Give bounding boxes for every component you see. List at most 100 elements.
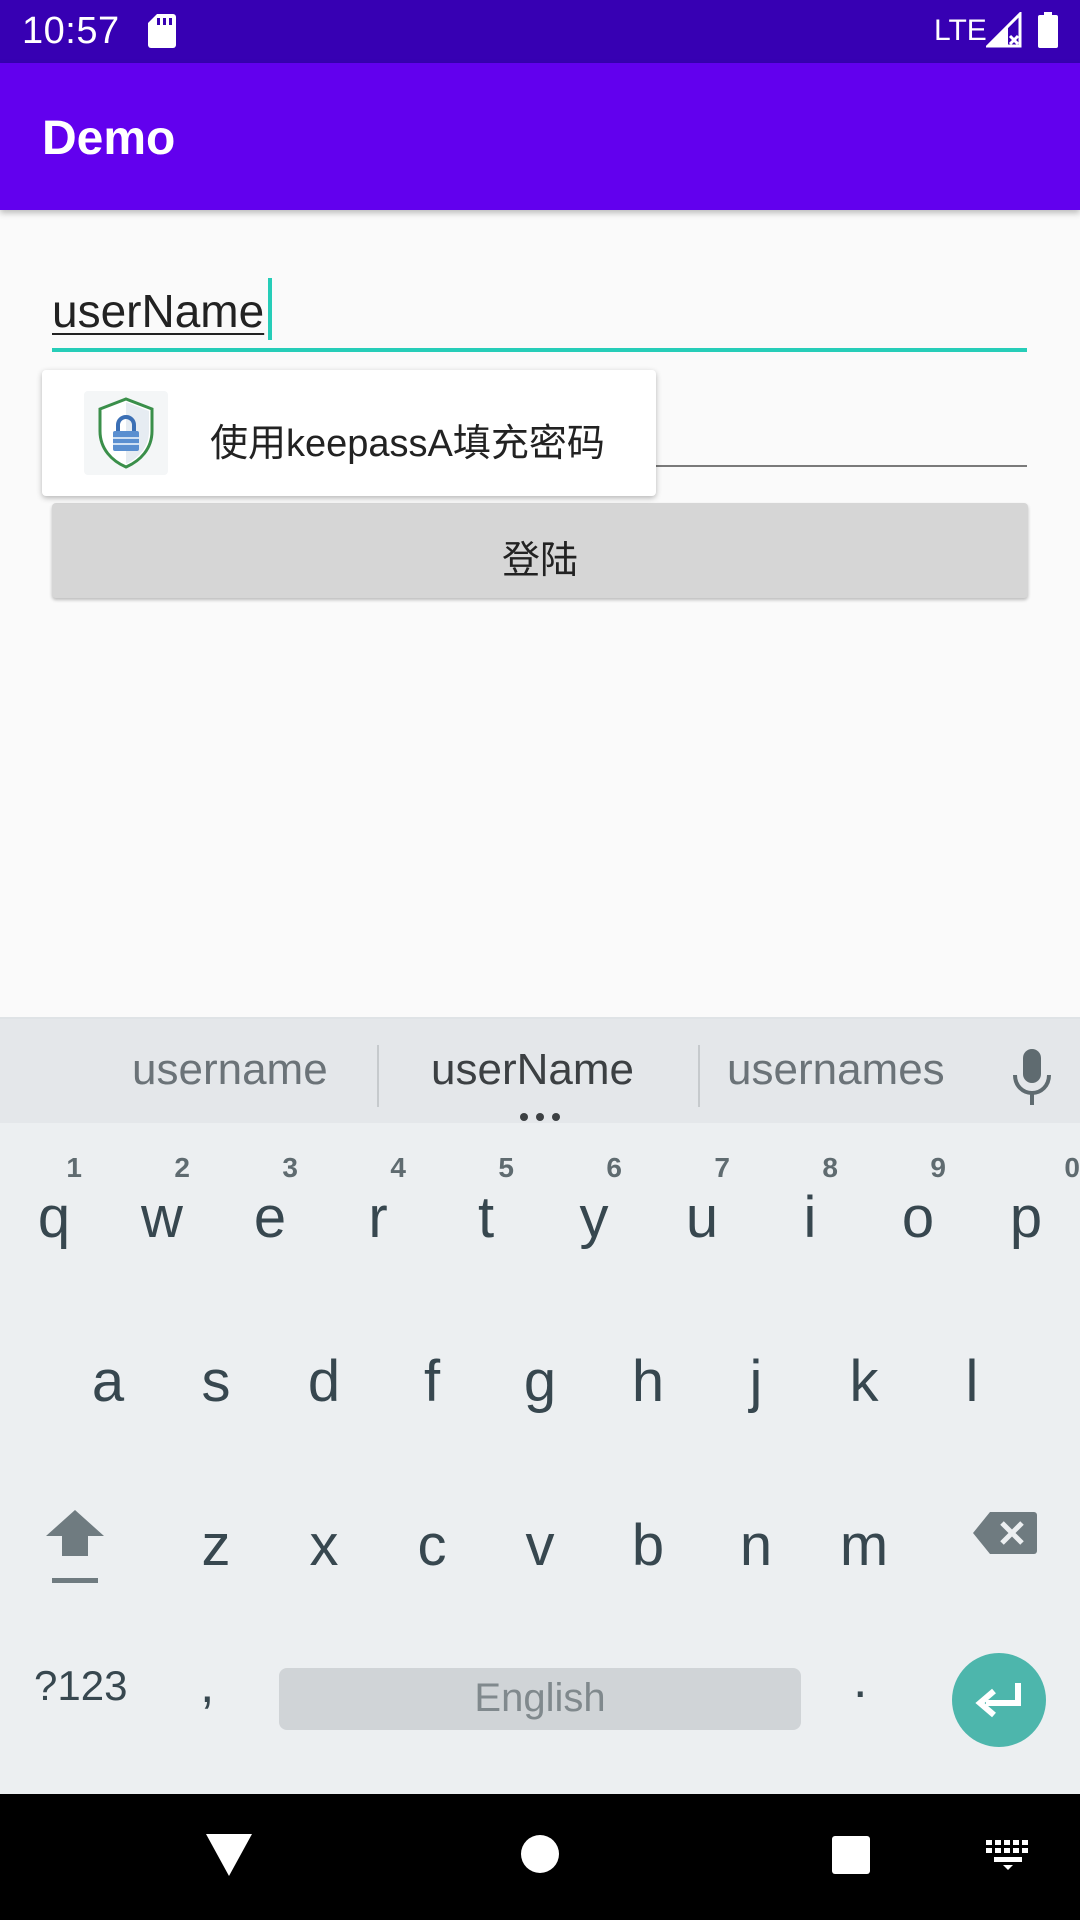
key-hint: 2 (174, 1152, 190, 1183)
keyboard-switch-icon[interactable] (986, 1840, 1030, 1870)
key-hint: 9 (930, 1152, 946, 1183)
key-l[interactable]: l (918, 1304, 1026, 1434)
username-input[interactable]: userName (52, 270, 1027, 352)
key-letter: v (525, 1513, 555, 1578)
enter-key[interactable] (952, 1653, 1046, 1747)
username-value: userName (52, 285, 265, 337)
key-b[interactable]: b (594, 1468, 702, 1598)
key-i[interactable]: 8 i (756, 1140, 864, 1270)
status-bar: 10:57 LTE (0, 0, 1080, 63)
status-time: 10:57 (22, 10, 120, 52)
symbols-key[interactable]: ?123 (34, 1662, 127, 1710)
app-title: Demo (42, 112, 176, 165)
key-d[interactable]: d (270, 1304, 378, 1434)
key-p[interactable]: 0 p (972, 1140, 1080, 1270)
key-hint: 7 (714, 1152, 730, 1183)
key-u[interactable]: 7 u (648, 1140, 756, 1270)
key-r[interactable]: 4 r (324, 1140, 432, 1270)
key-letter: q (37, 1185, 71, 1250)
backspace-icon (973, 1512, 1037, 1554)
key-e[interactable]: 3 e (216, 1140, 324, 1270)
space-bar[interactable]: English (279, 1668, 801, 1730)
key-letter: z (201, 1513, 231, 1578)
autofill-label: 使用keepassA填充密码 (210, 423, 605, 465)
key-y[interactable]: 6 y (540, 1140, 648, 1270)
shift-icon (46, 1510, 104, 1583)
key-hint: 6 (606, 1152, 622, 1183)
key-a[interactable]: a (54, 1304, 162, 1434)
key-letter: n (739, 1513, 773, 1578)
key-letter: d (307, 1349, 341, 1414)
key-letter: w (141, 1185, 183, 1250)
key-hint: 3 (282, 1152, 298, 1183)
key-letter: h (631, 1349, 665, 1414)
key-letter: e (253, 1185, 287, 1250)
key-letter: m (839, 1513, 889, 1578)
key-m[interactable]: m (810, 1468, 918, 1598)
suggestion-left[interactable]: username (132, 1045, 328, 1095)
text-cursor (268, 278, 272, 340)
sd-card-icon (148, 14, 176, 48)
app-bar: Demo (0, 63, 1080, 210)
login-button[interactable]: 登陆 (52, 503, 1028, 598)
suggestion-strip: username userName usernames (0, 1017, 1080, 1123)
key-letter: t (477, 1185, 495, 1250)
key-hint: 0 (1064, 1152, 1080, 1183)
key-letter: p (1009, 1185, 1043, 1250)
key-letter: y (579, 1185, 609, 1250)
key-letter: s (201, 1349, 231, 1414)
key-hint: 8 (822, 1152, 838, 1183)
key-o[interactable]: 9 o (864, 1140, 972, 1270)
enter-icon (975, 1683, 1021, 1718)
key-letter: j (749, 1349, 763, 1414)
key-letter: i (803, 1185, 817, 1250)
key-letter: g (523, 1349, 557, 1414)
more-suggestions-icon[interactable] (519, 1113, 561, 1121)
key-letter: l (965, 1349, 979, 1414)
suggestion-divider (377, 1045, 379, 1107)
key-hint: 4 (390, 1152, 406, 1183)
suggestion-right[interactable]: usernames (727, 1045, 945, 1095)
key-n[interactable]: n (702, 1468, 810, 1598)
key-x[interactable]: x (270, 1468, 378, 1598)
comma-key[interactable]: , (200, 1655, 214, 1715)
key-letter: u (685, 1185, 719, 1250)
navigation-bar (0, 1794, 1080, 1920)
login-button-label: 登陆 (501, 540, 578, 582)
key-letter: k (849, 1349, 879, 1414)
microphone-icon[interactable] (1010, 1049, 1054, 1105)
suggestion-divider (698, 1045, 700, 1107)
key-c[interactable]: c (378, 1468, 486, 1598)
keepass-shield-lock-icon (84, 391, 168, 475)
key-s[interactable]: s (162, 1304, 270, 1434)
key-f[interactable]: f (378, 1304, 486, 1434)
key-w[interactable]: 2 w (108, 1140, 216, 1270)
key-letter: c (417, 1513, 447, 1578)
key-letter: a (91, 1349, 125, 1414)
key-letter: f (423, 1349, 441, 1414)
key-h[interactable]: h (594, 1304, 702, 1434)
back-triangle-icon[interactable] (206, 1834, 252, 1876)
key-hint: 5 (498, 1152, 514, 1183)
key-q[interactable]: 1 q (0, 1140, 108, 1270)
signal-icon (986, 12, 1022, 48)
key-letter: x (309, 1513, 339, 1578)
key-letter: o (901, 1185, 935, 1250)
key-j[interactable]: j (702, 1304, 810, 1434)
network-type: LTE (934, 14, 987, 47)
key-letter: r (368, 1185, 388, 1250)
key-z[interactable]: z (162, 1468, 270, 1598)
key-hint: 1 (66, 1152, 82, 1183)
home-circle-icon[interactable] (520, 1834, 560, 1874)
period-key[interactable]: . (853, 1650, 867, 1710)
recents-square-icon[interactable] (832, 1836, 870, 1874)
key-g[interactable]: g (486, 1304, 594, 1434)
autofill-suggestion[interactable]: 使用keepassA填充密码 (42, 370, 656, 496)
suggestion-middle[interactable]: userName (431, 1045, 634, 1095)
space-bar-label: English (474, 1676, 606, 1720)
key-v[interactable]: v (486, 1468, 594, 1598)
key-letter: b (631, 1513, 665, 1578)
battery-icon (1038, 12, 1058, 48)
key-k[interactable]: k (810, 1304, 918, 1434)
key-t[interactable]: 5 t (432, 1140, 540, 1270)
